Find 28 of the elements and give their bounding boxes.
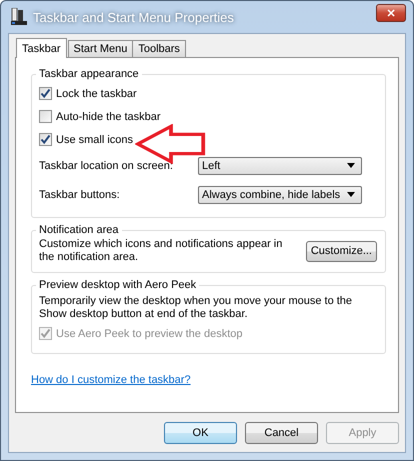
group-title: Preview desktop with Aero Peek: [38, 279, 198, 291]
checkbox[interactable]: [39, 87, 52, 100]
caret-icon: [347, 192, 355, 197]
group-title: Notification area: [38, 224, 120, 236]
window-title: Taskbar and Start Menu Properties: [33, 10, 234, 24]
checkbox-label: Use small icons: [56, 134, 134, 146]
checkbox[interactable]: [39, 133, 52, 146]
caret-icon: [347, 163, 355, 168]
checkbox-label: Lock the taskbar: [56, 88, 137, 100]
dialog-button[interactable]: OK: [164, 422, 237, 444]
tab[interactable]: Taskbar: [16, 38, 67, 58]
description-text: Customize which icons and notifications appear in the notification area.: [39, 238, 284, 264]
taskbar-app-icon: [11, 8, 27, 26]
dropdown[interactable]: Always combine, hide labels: [198, 186, 362, 204]
tab[interactable]: Toolbars: [132, 40, 186, 57]
dropdown[interactable]: Left: [198, 156, 362, 174]
dropdown-label: Taskbar location on screen:: [39, 160, 174, 172]
dropdown-label: Taskbar buttons:: [39, 188, 121, 200]
tab[interactable]: Start Menu: [68, 40, 134, 57]
close-button[interactable]: ✕: [376, 4, 406, 22]
customize-button[interactable]: Customize...: [306, 240, 377, 262]
help-link[interactable]: How do I customize the taskbar?: [31, 374, 386, 386]
description-text: Temporarily view the desktop when you move your mouse to the Show desktop button at end of the taskbar.: [39, 295, 354, 321]
checkbox-label: Use Aero Peek to preview the desktop: [56, 328, 242, 340]
checkbox-label: Auto-hide the taskbar: [56, 110, 161, 122]
group-title: Taskbar appearance: [38, 68, 140, 80]
checkbox[interactable]: [39, 110, 52, 123]
dialog-button[interactable]: Cancel: [245, 422, 318, 444]
